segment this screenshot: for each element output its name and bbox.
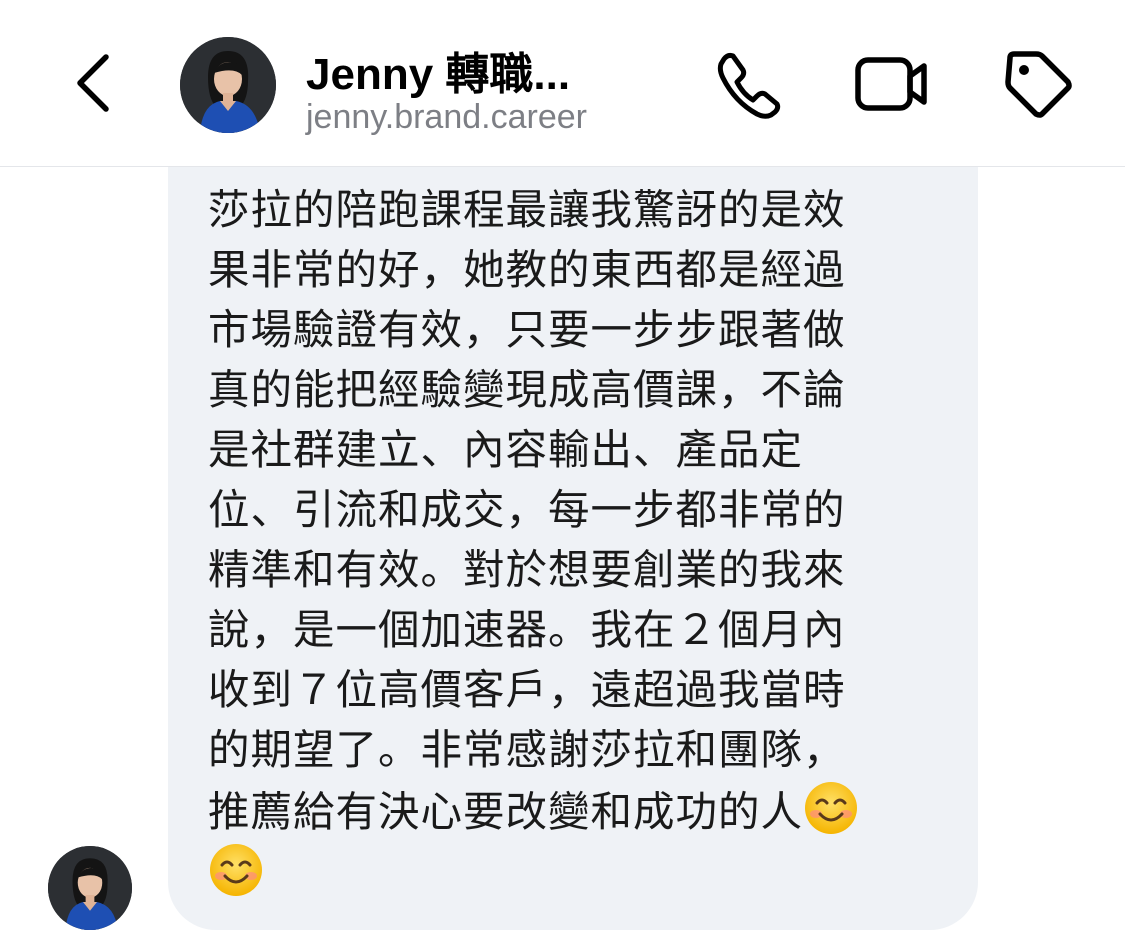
chevron-left-icon (77, 54, 109, 112)
tag-icon (1005, 51, 1072, 118)
message-line-11: 推薦給有決心要改變和成功的人 (208, 787, 804, 836)
video-call-button[interactable] (854, 48, 930, 120)
avatar[interactable] (180, 37, 276, 133)
message-line-3: 市場驗證有效，只要一步步跟著做 (208, 305, 846, 354)
message-line-8: 說，是一個加速器。我在２個月內 (208, 605, 846, 654)
message-line-7: 精準和有效。對於想要創業的我來 (208, 545, 846, 594)
message-line-10: 的期望了。非常感謝莎拉和團隊， (208, 725, 846, 774)
tag-button[interactable] (1000, 48, 1076, 120)
sender-avatar[interactable] (48, 846, 132, 930)
back-button[interactable] (62, 48, 126, 118)
chat-username[interactable]: jenny.brand.career (306, 98, 587, 137)
message-line-2: 果非常的好，她教的東西都是經過 (208, 245, 846, 294)
video-camera-icon (855, 57, 927, 111)
message-line-1: 莎拉的陪跑課程最讓我驚訝的是效 (208, 185, 846, 234)
message-text: 莎拉的陪跑課程最讓我驚訝的是效 果非常的好，她教的東西都是經過 市場驗證有效，只… (208, 180, 928, 904)
smiling-face-emoji-icon (210, 844, 262, 896)
phone-icon (717, 52, 781, 119)
message-bubble[interactable]: 莎拉的陪跑課程最讓我驚訝的是效 果非常的好，她教的東西都是經過 市場驗證有效，只… (168, 120, 978, 930)
chat-title[interactable]: Jenny 轉職... (306, 38, 570, 102)
message-line-6: 位、引流和成交，每一步都非常的 (208, 485, 846, 534)
message-line-5: 是社群建立、內容輸出、產品定 (208, 425, 804, 474)
voice-call-button[interactable] (711, 48, 787, 120)
message-line-4: 真的能把經驗變現成高價課，不論 (208, 365, 846, 414)
message-line-9: 收到７位高價客戶，遠超過我當時 (208, 665, 846, 714)
chat-screen: Jenny 轉職... jenny.brand.career 莎拉的陪跑課程最讓… (0, 0, 1125, 949)
chat-header: Jenny 轉職... jenny.brand.career (0, 0, 1125, 167)
smiling-face-emoji-icon (805, 782, 858, 834)
